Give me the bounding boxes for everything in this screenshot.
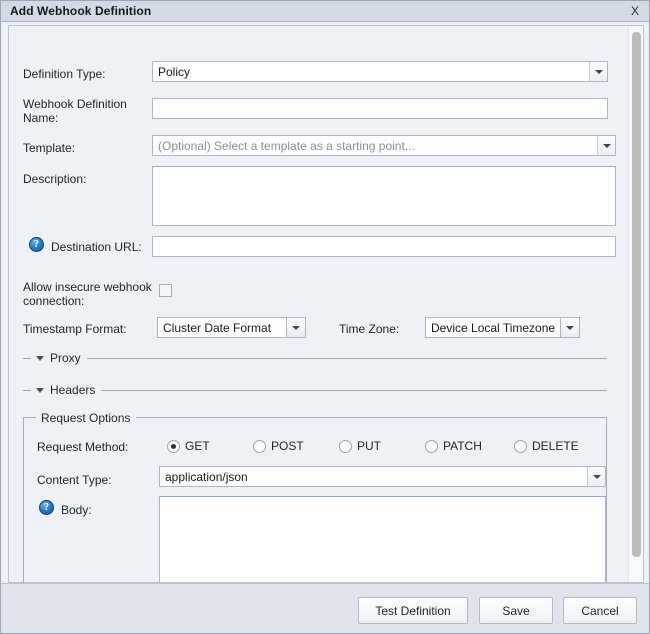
body-textarea[interactable]: [159, 496, 606, 582]
chevron-down-icon[interactable]: [561, 317, 580, 338]
definition-type-select[interactable]: Policy: [152, 61, 608, 82]
chevron-down-icon[interactable]: [36, 355, 44, 361]
request-options-title: Request Options: [41, 411, 131, 425]
request-method-label: Request Method:: [37, 440, 129, 454]
collapse-dash-icon: [23, 389, 31, 391]
content-type-label: Content Type:: [37, 473, 112, 487]
description-textarea[interactable]: [152, 166, 616, 226]
chevron-down-icon[interactable]: [36, 387, 44, 393]
section-proxy-label: Proxy: [50, 351, 81, 365]
body-label: Body:: [61, 503, 92, 517]
radio-put-indicator[interactable]: [339, 439, 352, 453]
radio-get[interactable]: GET: [167, 439, 210, 453]
section-divider: [86, 357, 607, 359]
section-proxy[interactable]: Proxy: [23, 351, 607, 365]
template-label: Template:: [23, 141, 76, 155]
section-divider: [101, 389, 607, 391]
radio-delete-label: DELETE: [532, 439, 579, 453]
time-zone-label: Time Zone:: [339, 322, 400, 336]
timestamp-format-label: Timestamp Format:: [23, 322, 127, 336]
radio-get-label: GET: [185, 439, 210, 453]
cancel-button[interactable]: Cancel: [563, 597, 637, 624]
chevron-down-icon[interactable]: [587, 467, 605, 486]
webhook-definition-name-label: Webhook Definition Name:: [23, 97, 127, 125]
section-headers[interactable]: Headers: [23, 383, 607, 397]
webhook-definition-name-input[interactable]: [152, 98, 608, 119]
radio-post[interactable]: POST: [253, 439, 304, 453]
radio-delete-indicator[interactable]: [514, 439, 527, 453]
definition-type-label: Definition Type:: [23, 67, 106, 81]
chevron-down-icon[interactable]: [597, 136, 615, 155]
radio-patch-label: PATCH: [443, 439, 482, 453]
template-value: (Optional) Select a template as a starti…: [158, 138, 415, 153]
scrollbar-thumb[interactable]: [632, 32, 641, 557]
radio-patch[interactable]: PATCH: [425, 439, 482, 453]
time-zone-value: Device Local Timezone: [425, 317, 561, 338]
vertical-scrollbar[interactable]: [628, 26, 643, 582]
radio-put[interactable]: PUT: [339, 439, 381, 453]
radio-get-indicator[interactable]: [167, 439, 180, 453]
template-select[interactable]: (Optional) Select a template as a starti…: [152, 135, 616, 156]
timestamp-format-value: Cluster Date Format: [157, 317, 287, 338]
form-scroll-area: Definition Type: Policy Webhook Definiti…: [9, 26, 621, 582]
time-zone-select[interactable]: Device Local Timezone: [425, 317, 580, 338]
dialog-titlebar: Add Webhook Definition X: [1, 1, 649, 22]
test-definition-button[interactable]: Test Definition: [358, 597, 468, 624]
timestamp-format-select[interactable]: Cluster Date Format: [157, 317, 306, 338]
radio-post-label: POST: [271, 439, 304, 453]
chevron-down-icon[interactable]: [589, 62, 607, 81]
description-label: Description:: [23, 172, 87, 186]
add-webhook-definition-dialog: Add Webhook Definition X Definition Type…: [0, 0, 650, 634]
help-icon[interactable]: ?: [39, 500, 54, 515]
dialog-title: Add Webhook Definition: [10, 4, 152, 18]
dialog-footer: Test Definition Save Cancel: [1, 583, 649, 633]
chevron-down-icon[interactable]: [287, 317, 306, 338]
destination-url-input[interactable]: [152, 236, 616, 257]
radio-delete[interactable]: DELETE: [514, 439, 579, 453]
radio-post-indicator[interactable]: [253, 439, 266, 453]
destination-url-label: Destination URL:: [51, 240, 142, 254]
collapse-dash-icon: [23, 357, 31, 359]
definition-type-value: Policy: [158, 64, 191, 79]
radio-put-label: PUT: [357, 439, 381, 453]
allow-insecure-label: Allow insecure webhook connection:: [23, 280, 152, 308]
save-button[interactable]: Save: [479, 597, 553, 624]
allow-insecure-checkbox[interactable]: [159, 284, 172, 297]
content-type-value: application/json: [165, 469, 248, 484]
close-icon[interactable]: X: [627, 3, 643, 19]
section-headers-label: Headers: [50, 383, 96, 397]
content-type-select[interactable]: application/json: [159, 466, 606, 487]
form-panel: Definition Type: Policy Webhook Definiti…: [8, 25, 644, 583]
radio-patch-indicator[interactable]: [425, 439, 438, 453]
help-icon[interactable]: ?: [29, 237, 44, 252]
